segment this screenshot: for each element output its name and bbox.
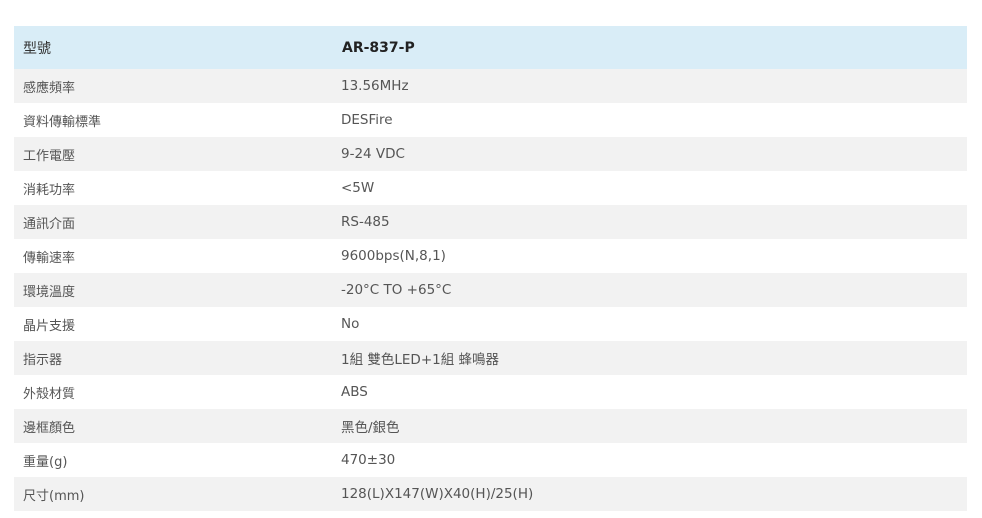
spec-row: 感應頻率 13.56MHz (14, 69, 967, 103)
spec-row: 外殼材質 ABS (14, 375, 967, 409)
spec-row: 消耗功率 <5W (14, 171, 967, 205)
model-label: 型號 (23, 40, 51, 57)
spec-row: 工作電壓 9-24 VDC (14, 137, 967, 171)
spec-value: 1組 雙色LED+1組 蜂鳴器 (341, 352, 500, 368)
spec-row: 重量(g) 470±30 (14, 443, 967, 477)
spec-value: 黑色/銀色 (341, 420, 400, 436)
spec-label: 指示器 (23, 352, 63, 368)
spec-label: 感應頻率 (23, 80, 76, 96)
spec-row: 指示器 1組 雙色LED+1組 蜂鳴器 (14, 341, 967, 375)
spec-table-header: 型號 AR-837-P (14, 26, 967, 69)
spec-label: 環境溫度 (23, 284, 76, 300)
spec-table: 型號 AR-837-P 感應頻率 13.56MHz 資料傳輸標準 DESFire… (14, 26, 967, 511)
spec-row: 尺寸(mm) 128(L)X147(W)X40(H)/25(H) (14, 477, 967, 511)
header-row: 型號 AR-837-P (14, 26, 967, 69)
spec-row: 資料傳輸標準 DESFire (14, 103, 967, 137)
spec-label: 晶片支援 (23, 318, 76, 334)
spec-label: 工作電壓 (23, 148, 76, 164)
spec-value: 9600bps(N,8,1) (341, 248, 446, 264)
spec-value: 128(L)X147(W)X40(H)/25(H) (341, 486, 534, 502)
model-value: AR-837-P (342, 39, 415, 56)
spec-label: 消耗功率 (23, 182, 76, 198)
spec-label: 傳輸速率 (23, 250, 76, 266)
spec-label: 資料傳輸標準 (23, 114, 102, 130)
spec-row: 邊框顏色 黑色/銀色 (14, 409, 967, 443)
spec-row: 環境溫度 -20°C TO +65°C (14, 273, 967, 307)
spec-value: No (341, 316, 360, 332)
spec-value: 9-24 VDC (341, 146, 405, 162)
spec-row: 通訊介面 RS-485 (14, 205, 967, 239)
spec-table-body: 感應頻率 13.56MHz 資料傳輸標準 DESFire 工作電壓 9-24 V… (14, 69, 967, 511)
spec-value: DESFire (341, 112, 393, 128)
spec-value: ABS (341, 384, 368, 400)
spec-row: 傳輸速率 9600bps(N,8,1) (14, 239, 967, 273)
spec-label: 通訊介面 (23, 216, 76, 232)
spec-value: -20°C TO +65°C (341, 282, 452, 298)
spec-value: 13.56MHz (341, 78, 409, 94)
spec-value: <5W (341, 180, 375, 196)
spec-row: 晶片支援 No (14, 307, 967, 341)
spec-value: RS-485 (341, 214, 390, 230)
spec-value: 470±30 (341, 452, 396, 468)
spec-label: 尺寸(mm) (23, 488, 85, 504)
spec-label: 邊框顏色 (23, 420, 76, 436)
spec-label: 外殼材質 (23, 386, 76, 402)
spec-label: 重量(g) (23, 454, 68, 470)
